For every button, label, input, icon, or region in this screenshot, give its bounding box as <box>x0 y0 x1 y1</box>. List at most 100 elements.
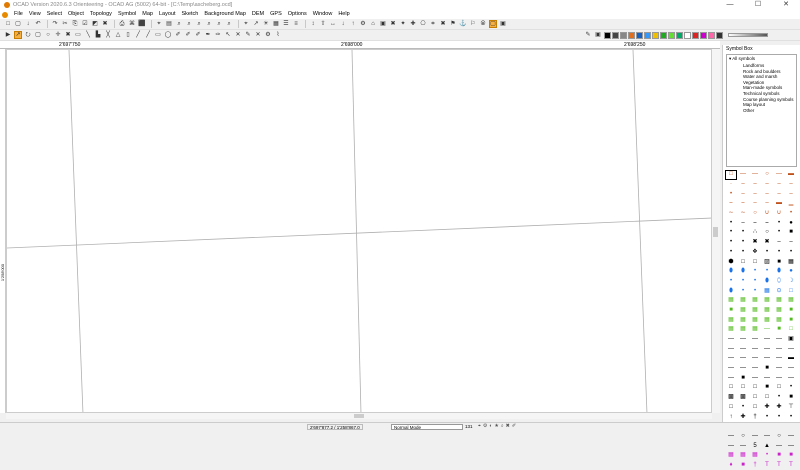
drawing-tool-icon[interactable]: ⌇ <box>274 31 282 39</box>
menu-background-map[interactable]: Background Map <box>201 10 249 19</box>
map-symbol[interactable]: ▩ <box>725 393 737 403</box>
map-symbol[interactable]: • <box>737 403 749 413</box>
color-swatch[interactable] <box>620 31 627 39</box>
toolbar-icon[interactable]: ⚑ <box>449 20 457 28</box>
map-symbol[interactable]: – <box>761 189 773 199</box>
map-symbol[interactable]: — <box>725 373 737 383</box>
toolbar-icon[interactable]: ▣ <box>594 31 602 39</box>
map-symbol[interactable]: • <box>737 286 749 296</box>
map-symbol[interactable]: • <box>761 267 773 277</box>
map-symbol[interactable]: ⌣ <box>761 218 773 228</box>
drawing-tool-icon[interactable]: ✒ <box>204 31 212 39</box>
mode-select[interactable]: Normal Mode <box>391 424 463 430</box>
drawing-tool-icon[interactable]: ✕ <box>234 31 242 39</box>
map-symbol[interactable]: ⌢ <box>737 199 749 209</box>
map-symbol[interactable]: ▁ <box>785 199 797 209</box>
map-symbol[interactable]: – <box>737 189 749 199</box>
drawing-tool-icon[interactable]: ▭ <box>154 31 162 39</box>
toolbar-icon[interactable]: ⌕ <box>205 20 213 28</box>
map-symbol[interactable]: ⬮ <box>773 267 785 277</box>
map-symbol[interactable]: – <box>749 189 761 199</box>
drawing-tool-icon[interactable]: ○ <box>44 31 52 39</box>
color-swatch[interactable] <box>684 31 691 39</box>
map-symbol[interactable]: ▦ <box>761 296 773 306</box>
map-symbol[interactable]: ● <box>785 267 797 277</box>
map-symbol[interactable]: · <box>725 180 737 190</box>
map-symbol[interactable]: □ <box>725 403 737 413</box>
color-swatch[interactable] <box>636 31 643 39</box>
toolbar-icon[interactable]: ≡ <box>292 20 300 28</box>
map-symbol[interactable]: • <box>773 248 785 258</box>
document-icon[interactable] <box>2 11 8 18</box>
toolbar-icon[interactable]: ✦ <box>399 20 407 28</box>
drawing-tool-icon[interactable]: ▢ <box>34 31 42 39</box>
map-symbol[interactable]: ■ <box>725 306 737 316</box>
map-symbol[interactable]: — <box>761 344 773 354</box>
toolbar-icon[interactable]: ↗ <box>252 20 260 28</box>
map-symbol[interactable]: □ <box>785 325 797 335</box>
map-symbol[interactable]: ▬ <box>785 170 797 180</box>
map-symbol[interactable]: • <box>785 383 797 393</box>
map-symbol[interactable]: ▦ <box>761 286 773 296</box>
scroll-thumb[interactable] <box>354 414 364 418</box>
map-symbol[interactable]: ▣ <box>785 335 797 345</box>
drawing-tool-icon[interactable]: ✎ <box>244 31 252 39</box>
menu-select[interactable]: Select <box>44 10 65 19</box>
map-canvas[interactable] <box>6 49 712 413</box>
menu-layout[interactable]: Layout <box>156 10 179 19</box>
map-symbol[interactable]: ✖ <box>749 238 761 248</box>
map-symbol[interactable]: – <box>773 180 785 190</box>
map-symbol[interactable]: ❖ <box>749 248 761 258</box>
map-symbol[interactable]: • <box>749 277 761 287</box>
map-symbol[interactable]: ✚ <box>761 403 773 413</box>
drawing-tool-icon[interactable]: ▯ <box>124 31 132 39</box>
toolbar-icon[interactable]: ▦ <box>272 20 280 28</box>
menu-symbol[interactable]: Symbol <box>115 10 139 19</box>
map-symbol[interactable]: □ <box>785 286 797 296</box>
map-symbol[interactable]: • <box>773 393 785 403</box>
map-symbol[interactable]: ▦ <box>737 306 749 316</box>
minimize-button[interactable]: — <box>716 0 744 10</box>
map-symbol[interactable]: — <box>749 364 761 374</box>
drawing-tool-icon[interactable]: ✕ <box>254 31 262 39</box>
map-symbol[interactable]: ∼ <box>725 209 737 219</box>
map-symbol[interactable]: • <box>725 277 737 287</box>
toolbar-icon[interactable]: ⎘ <box>71 20 79 28</box>
map-symbol[interactable]: • <box>785 209 797 219</box>
map-symbol[interactable]: ■ <box>737 461 749 470</box>
status-icon[interactable]: ✐ <box>512 423 516 429</box>
scroll-thumb[interactable] <box>713 227 718 237</box>
map-symbol[interactable]: — <box>725 335 737 345</box>
toolbar-icon[interactable]: ↑ <box>349 20 357 28</box>
map-symbol[interactable]: ⌢ <box>749 218 761 228</box>
map-symbol[interactable]: ○ <box>737 432 749 442</box>
map-symbol[interactable]: ⬮ <box>725 267 737 277</box>
map-symbol[interactable]: – <box>737 180 749 190</box>
map-symbol[interactable]: • <box>761 248 773 258</box>
color-swatch[interactable] <box>716 31 723 39</box>
close-button[interactable]: ✕ <box>772 0 800 10</box>
drawing-tool-icon[interactable]: △ <box>114 31 122 39</box>
map-symbol[interactable]: T <box>773 461 785 470</box>
color-swatch[interactable] <box>700 31 707 39</box>
map-symbol[interactable]: ▦ <box>737 325 749 335</box>
map-symbol[interactable]: — <box>761 373 773 383</box>
map-symbol[interactable]: — <box>725 344 737 354</box>
horizontal-scrollbar[interactable] <box>6 413 712 419</box>
map-symbol[interactable]: □ <box>749 393 761 403</box>
map-symbol[interactable]: □ <box>737 383 749 393</box>
drawing-tool-icon[interactable]: ✐ <box>194 31 202 39</box>
map-symbol[interactable]: ⊤ <box>785 403 797 413</box>
map-symbol[interactable]: • <box>725 228 737 238</box>
map-symbol[interactable]: — <box>749 373 761 383</box>
map-symbol[interactable]: • <box>737 277 749 287</box>
map-symbol[interactable]: ▩ <box>737 393 749 403</box>
toolbar-icon[interactable]: ⌕ <box>215 20 223 28</box>
drawing-tool-icon[interactable]: ▶ <box>4 31 12 39</box>
color-swatch[interactable] <box>612 31 619 39</box>
drawing-tool-icon[interactable]: ◯ <box>164 31 172 39</box>
map-symbol[interactable]: • <box>773 228 785 238</box>
map-symbol[interactable]: ▦ <box>773 296 785 306</box>
map-symbol[interactable]: • <box>737 248 749 258</box>
map-symbol[interactable]: – <box>785 180 797 190</box>
